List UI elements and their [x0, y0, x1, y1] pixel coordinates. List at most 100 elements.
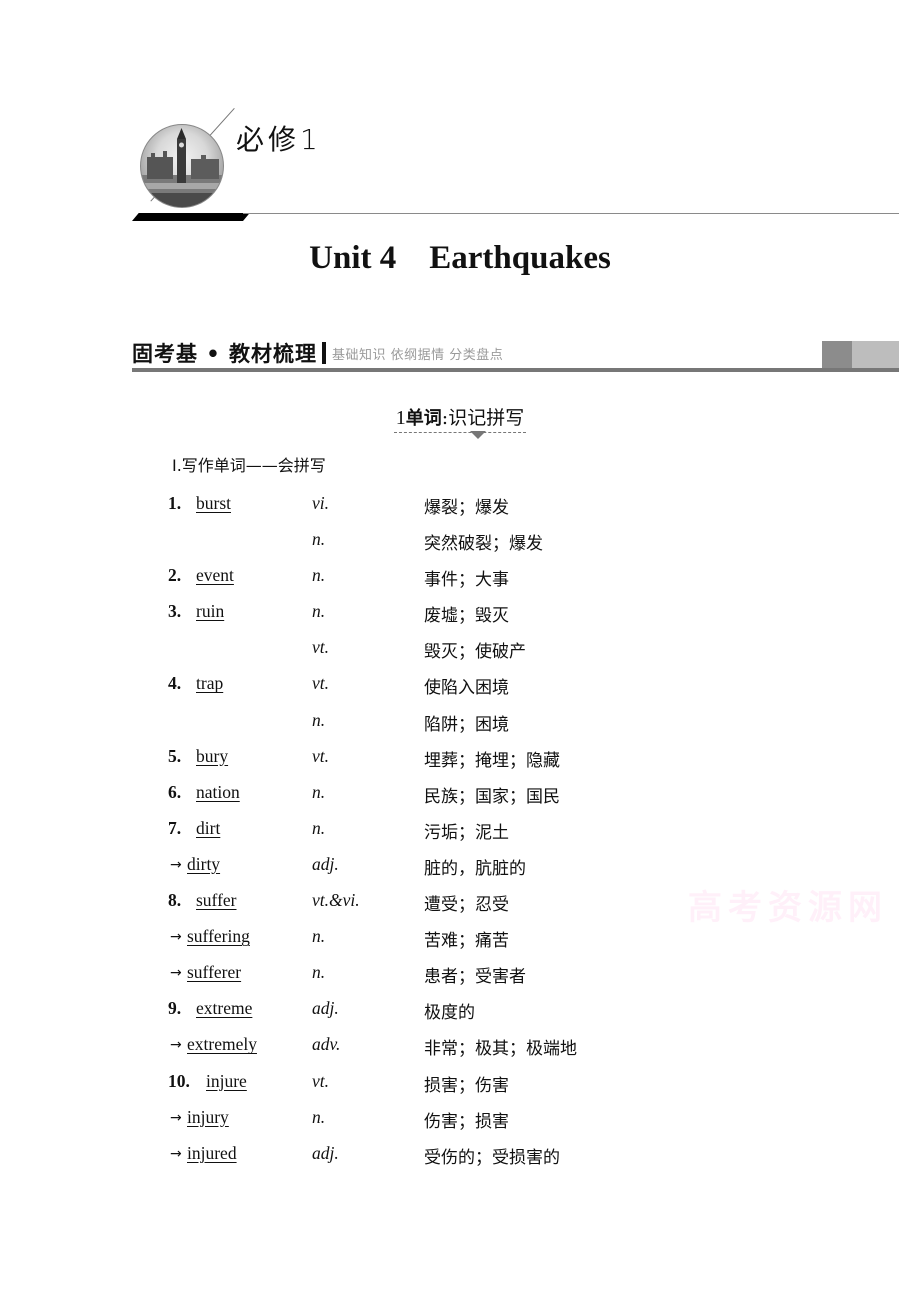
section-rule: [132, 368, 899, 372]
chinese-meaning: 苦难；痛苦: [424, 931, 509, 952]
part-of-speech: n.: [312, 565, 326, 586]
chinese-meaning: 遭受；忍受: [424, 895, 509, 916]
chinese-meaning: 陷阱；困境: [424, 714, 509, 735]
vocab-row: 7. dirt n. 污垢；泥土: [0, 810, 920, 846]
part-of-speech: n.: [312, 1106, 326, 1127]
vocab-word: sufferer: [187, 962, 242, 983]
section-divider: [322, 342, 327, 364]
part-of-speech: n.: [312, 709, 326, 730]
vocab-row: → sufferer n. 患者；受害者: [0, 954, 920, 990]
vocab-word: dirty: [187, 853, 221, 874]
section-header: 固考基 • 教材梳理 基础知识 依纲据情 分类盘点: [132, 338, 503, 368]
chinese-meaning: 毁灭；使破产: [424, 642, 526, 663]
subheading: 1单词:识记拼写: [0, 403, 920, 433]
vocab-word: injury: [187, 1106, 229, 1127]
arrow-right-icon: →: [170, 856, 182, 873]
part-of-speech: vt.: [312, 673, 330, 694]
part-of-speech: n.: [312, 529, 326, 550]
vocab-number: 6.: [168, 781, 182, 802]
arrow-right-icon: →: [170, 965, 182, 982]
vocab-row: 10. injure vt. 损害；伤害: [0, 1063, 920, 1099]
vocab-row: → dirty adj. 脏的，肮脏的: [0, 846, 920, 882]
vocab-word: dirt: [196, 817, 221, 838]
volume-title: 必修1: [236, 123, 322, 156]
vocab-row: 9. extreme adj. 极度的: [0, 990, 920, 1026]
big-ben-illustration: [141, 128, 223, 207]
chinese-meaning: 患者；受害者: [424, 967, 526, 988]
part-of-speech: n.: [312, 781, 326, 802]
vocab-row: → extremely adv. 非常；极其；极端地: [0, 1026, 920, 1062]
chinese-meaning: 脏的，肮脏的: [424, 858, 526, 879]
subheading-text: 1单词:识记拼写: [393, 403, 527, 433]
vocab-word: extreme: [196, 998, 253, 1019]
chinese-meaning: 受伤的；受损害的: [424, 1147, 560, 1168]
banner-black-bar: [132, 213, 250, 221]
section-dark-block: [822, 341, 852, 368]
vocab-list: 1. burst vi. 爆裂；爆发 n. 突然破裂；爆发 2. event n. 事件；大事 3.…: [0, 485, 920, 1171]
arrow-right-icon: →: [170, 1145, 182, 1162]
vocab-word: trap: [196, 673, 224, 694]
part-of-speech: n.: [312, 962, 326, 983]
part-heading: Ⅰ.写作单词——会拼写: [172, 456, 326, 475]
part-of-speech: adj.: [312, 853, 339, 874]
vocab-word: injure: [206, 1070, 247, 1091]
chinese-meaning: 埋葬；掩埋；隐藏: [424, 750, 560, 771]
subheading-rest: :识记拼写: [441, 407, 525, 429]
vocab-row: 4. trap vt. 使陷入困境: [0, 665, 920, 701]
part-of-speech: n.: [312, 817, 326, 838]
part-of-speech: vi.: [312, 493, 330, 513]
arrow-right-icon: →: [170, 929, 182, 946]
chinese-meaning: 污垢；泥土: [424, 822, 509, 843]
part-of-speech: adj.: [312, 1142, 339, 1163]
part-of-speech: vt.: [312, 745, 330, 766]
chinese-meaning: 伤害；损害: [424, 1111, 509, 1132]
part-of-speech: vt.&vi.: [312, 890, 360, 911]
chinese-meaning: 民族；国家；国民: [424, 786, 560, 807]
part-of-speech: adj.: [312, 998, 339, 1019]
part-of-speech: n.: [312, 601, 326, 622]
chinese-meaning: 事件；大事: [424, 570, 509, 591]
vocab-word: extremely: [187, 1034, 257, 1055]
vocab-number: 8.: [168, 890, 182, 911]
chinese-meaning: 废墟；毁灭: [424, 606, 509, 627]
vocab-number: 4.: [168, 673, 182, 694]
section-light-block: [852, 341, 899, 368]
vocab-word: ruin: [196, 601, 225, 622]
vocab-number: 1.: [168, 493, 182, 513]
vocab-row: 3. ruin n. 废墟；毁灭: [0, 593, 920, 629]
vocab-row: 1. burst vi. 爆裂；爆发: [0, 485, 920, 521]
vocab-row: 5. bury vt. 埋葬；掩埋；隐藏: [0, 738, 920, 774]
vocab-word: bury: [196, 745, 229, 766]
arrow-right-icon: →: [170, 1109, 182, 1126]
vocab-word: nation: [196, 781, 240, 802]
chinese-meaning: 损害；伤害: [424, 1075, 509, 1096]
arrow-right-icon: →: [170, 1037, 182, 1054]
vocab-word: event: [196, 565, 234, 586]
part-of-speech: vt.: [312, 637, 330, 658]
vocab-number: 2.: [168, 565, 182, 586]
vocab-row: n. 陷阱；困境: [0, 702, 920, 738]
unit-title: Unit 4 Earthquakes: [0, 240, 920, 277]
section-title: 固考基 • 教材梳理: [132, 342, 318, 366]
vocab-word: suffering: [187, 926, 250, 947]
vocab-word: suffer: [196, 890, 237, 911]
vocab-number: 5.: [168, 745, 182, 766]
banner-rule: [243, 213, 899, 214]
vocab-row: n. 突然破裂；爆发: [0, 521, 920, 557]
vocab-row: 6. nation n. 民族；国家；国民: [0, 774, 920, 810]
vocab-word: injured: [187, 1142, 237, 1163]
subheading-number: 1: [395, 407, 406, 429]
chinese-meaning: 非常；极其；极端地: [424, 1039, 577, 1060]
part-of-speech: adv.: [312, 1034, 341, 1055]
chinese-meaning: 极度的: [424, 1003, 475, 1024]
part-of-speech: n.: [312, 926, 326, 947]
vocab-number: 10.: [168, 1070, 190, 1091]
chinese-meaning: 爆裂；爆发: [424, 498, 509, 518]
watermark: 高考资源网: [688, 888, 888, 928]
subheading-bold: 单词: [405, 408, 442, 429]
section-subtitle: 基础知识 依纲据情 分类盘点: [332, 347, 504, 363]
vocab-row: 2. event n. 事件；大事: [0, 557, 920, 593]
vocab-number: 9.: [168, 998, 182, 1019]
vocab-row: → injury n. 伤害；损害: [0, 1099, 920, 1135]
unit-number: Unit 4: [309, 240, 397, 276]
